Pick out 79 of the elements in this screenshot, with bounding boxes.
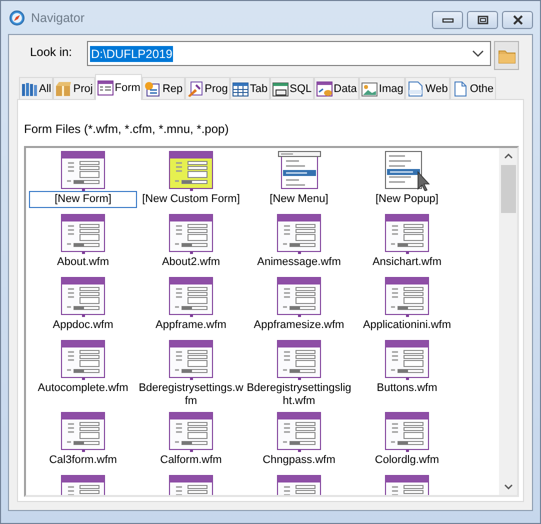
popup-menu-icon[interactable] [384,151,430,191]
window-title: Navigator [31,10,84,24]
tab[interactable]: Rep [142,77,185,99]
file-name[interactable]: Autocomplete.wfm [29,380,137,397]
file-name[interactable]: [New Form] [29,191,137,208]
form-icon[interactable] [276,277,322,317]
file-name[interactable]: About2.wfm [137,254,245,271]
form-icon[interactable] [384,340,430,380]
report-icon [144,80,162,96]
file-name[interactable]: [New Custom Form] [137,191,245,208]
tab[interactable]: Web [405,77,450,99]
file-name[interactable]: Chngpass.wfm [245,452,353,469]
file-name[interactable]: Animessage.wfm [245,254,353,271]
table-icon [232,80,249,96]
file-name[interactable]: Cal3form.wfm [29,452,137,469]
form-icon[interactable] [60,151,106,191]
file-name[interactable]: Appframe.wfm [137,317,245,334]
tab[interactable]: Othe [450,77,496,99]
scroll-down-icon[interactable] [504,484,512,490]
form-icon[interactable] [168,412,214,452]
file-name[interactable]: Ansichart.wfm [353,254,461,271]
scrollbar[interactable] [499,148,517,495]
form-icon[interactable] [276,340,322,380]
file-name[interactable]: Bderegistrysettingslight.wfm [245,380,353,410]
restore-icon [476,15,488,25]
tab[interactable]: All [19,77,54,99]
menu-icon[interactable] [276,151,322,191]
books-icon [21,80,38,96]
chevron-icon [472,50,484,58]
data-form-icon [316,80,333,96]
tab[interactable]: SQL [270,77,314,99]
form-icon[interactable] [276,214,322,254]
file-name[interactable]: Applicationini.wfm [353,317,461,334]
file-name[interactable]: Colordlg.wfm [353,452,461,469]
query-icon [272,80,289,96]
close-button[interactable] [502,11,533,29]
tab[interactable]: Tab [230,77,270,99]
document-icon [452,80,469,96]
form-icon[interactable] [168,214,214,254]
form-icon[interactable] [60,340,106,380]
box-icon [55,80,72,96]
file-name[interactable]: Buttons.wfm [353,380,461,397]
form-icon[interactable] [168,340,214,380]
form-icon[interactable] [384,412,430,452]
form-icon[interactable] [60,412,106,452]
look-in-label: Look in: [28,45,73,59]
form-icon[interactable] [384,277,430,317]
pen-page-icon [186,80,204,96]
image-icon [360,80,378,96]
maximize-button[interactable] [467,11,498,29]
tab[interactable]: Data [314,77,359,99]
minimize-icon [442,16,454,24]
web-page-icon [407,80,424,96]
form-icon [96,80,114,96]
file-name[interactable]: Appframesize.wfm [245,317,353,334]
close-icon [512,15,524,25]
file-name[interactable]: [New Menu] [245,191,353,208]
form-icon[interactable] [168,277,214,317]
form-icon[interactable] [384,214,430,254]
file-name[interactable]: Bderegistrysettings.wfm [137,380,245,410]
file-name[interactable]: About.wfm [29,254,137,271]
file-name[interactable]: [New Popup] [353,191,461,208]
scroll-up-icon[interactable] [504,153,512,159]
scroll-thumb[interactable] [500,165,516,213]
custom-form-icon[interactable] [168,151,214,191]
tab[interactable]: Imag [358,77,406,99]
tab[interactable]: Form [94,74,142,100]
form-icon[interactable] [60,277,106,317]
compass-icon [9,10,25,26]
folder-icon [498,48,516,64]
tab[interactable]: Proj [53,77,95,99]
look-in-dropdown[interactable]: D:\DUFLP2019 [87,41,491,66]
tab[interactable]: Prog [184,77,230,99]
filter-label: Form Files (*.wfm, *.cfm, *.mnu, *.pop) [24,122,230,136]
minimize-button[interactable] [432,11,463,29]
file-name[interactable]: Appdoc.wfm [29,317,137,334]
file-name[interactable]: Calform.wfm [137,452,245,469]
form-icon[interactable] [276,412,322,452]
form-icon[interactable] [60,214,106,254]
